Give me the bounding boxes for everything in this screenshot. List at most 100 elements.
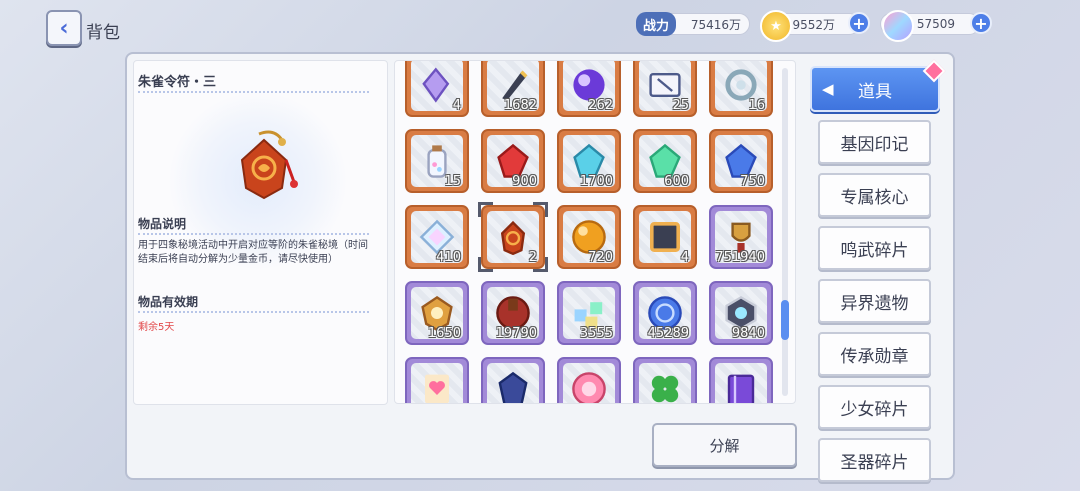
- tab-label: 专属核心: [840, 187, 909, 208]
- tab-label: 鸣武碎片: [840, 240, 909, 261]
- inventory-slot[interactable]: 751940: [709, 205, 773, 269]
- gold-coin-icon: ★: [760, 10, 792, 42]
- inventory-slot[interactable]: [481, 357, 545, 403]
- item-count: 720: [588, 250, 613, 265]
- selection-corner: [478, 257, 493, 272]
- inventory-slot[interactable]: 410: [405, 205, 469, 269]
- decompose-label: 分解: [709, 436, 740, 455]
- gem-icon: [882, 10, 914, 42]
- tab-label: 少女碎片: [840, 399, 909, 420]
- item-description: 用于四象秘境活动中开启对应等阶的朱雀秘境（时间结束后将自动分解为少量金币，请尽快…: [138, 240, 368, 265]
- item-count: 750: [740, 174, 765, 189]
- inventory-slot[interactable]: 3555: [557, 281, 621, 345]
- item-count: 751940: [715, 250, 765, 265]
- tab-category[interactable]: 异界遗物: [818, 279, 931, 323]
- book-icon: [727, 374, 755, 403]
- gold-value: 29552万: [784, 17, 835, 32]
- tab-label: 异界遗物: [840, 293, 909, 314]
- item-count: 3555: [579, 326, 613, 341]
- inventory-slot[interactable]: 750: [709, 129, 773, 193]
- item-count: 1682: [503, 98, 537, 113]
- chip-icon: [650, 222, 680, 252]
- chevron-left-icon: ◀: [822, 80, 834, 98]
- scrollbar-thumb[interactable]: [781, 300, 789, 340]
- item-count: 16: [748, 98, 765, 113]
- item-name: 朱雀令符・三: [138, 75, 217, 90]
- inventory-slot[interactable]: [405, 357, 469, 403]
- divider: [138, 233, 369, 235]
- inventory-slot[interactable]: 600: [633, 129, 697, 193]
- item-count: 4: [452, 98, 461, 113]
- inventory-slot[interactable]: 45289: [633, 281, 697, 345]
- selection-corner: [533, 202, 548, 217]
- item-count: 45289: [647, 326, 689, 341]
- plus-icon: +: [974, 13, 988, 33]
- item-count: 9840: [731, 326, 765, 341]
- crystal-flower-icon: [422, 67, 450, 103]
- add-gem-button[interactable]: +: [970, 12, 992, 34]
- heart-card-icon: [425, 374, 449, 403]
- inventory-slot[interactable]: [557, 357, 621, 403]
- tab-label: 基因印记: [840, 134, 909, 155]
- tab-label: 传承勋章: [840, 346, 909, 367]
- add-gold-button[interactable]: +: [848, 12, 870, 34]
- power-icon: 战力: [636, 12, 676, 36]
- tab-category[interactable]: 鸣武碎片: [818, 226, 931, 270]
- item-count: 1650: [427, 326, 461, 341]
- item-count: 2: [528, 250, 537, 265]
- decompose-button[interactable]: 分解: [652, 423, 797, 467]
- inventory-slot[interactable]: [709, 357, 773, 403]
- inventory-slot[interactable]: 9840: [709, 281, 773, 345]
- tab-category[interactable]: 专属核心: [818, 173, 931, 217]
- item-detail-panel: 朱雀令符・三 物品说明 用于四象秘境活动中开启对应等阶的朱雀秘境（时间结束后将自…: [133, 60, 388, 405]
- remaining-time: 剩余5天: [138, 322, 175, 333]
- tab-category[interactable]: 基因印记: [818, 120, 931, 164]
- validity-title: 物品有效期: [138, 295, 199, 309]
- item-count: 410: [436, 250, 461, 265]
- talisman-icon: [500, 220, 526, 255]
- inventory-slot[interactable]: 1700: [557, 129, 621, 193]
- dark-gem-icon: [498, 371, 528, 403]
- item-count: 1700: [579, 174, 613, 189]
- item-count: 900: [512, 174, 537, 189]
- item-count: 262: [588, 98, 613, 113]
- power-label: 战力: [642, 18, 669, 34]
- tab-category[interactable]: 少女碎片: [818, 385, 931, 429]
- selection-corner: [478, 202, 493, 217]
- inventory-slot[interactable]: 1650: [405, 281, 469, 345]
- item-count: 600: [664, 174, 689, 189]
- inventory-slot[interactable]: 262: [557, 61, 621, 117]
- inventory-slot[interactable]: 2: [478, 202, 548, 272]
- tab-category[interactable]: 传承勋章: [818, 332, 931, 376]
- power-value: 75416万: [690, 17, 741, 32]
- clover-icon: [651, 375, 679, 403]
- description-title: 物品说明: [138, 217, 187, 231]
- tab-category[interactable]: 圣器碎片: [818, 438, 931, 482]
- inventory-slot[interactable]: 1682: [481, 61, 545, 117]
- chevron-left-icon: ‹: [59, 15, 69, 41]
- pink-badge-icon: [572, 372, 606, 403]
- talisman-icon: [240, 130, 298, 200]
- page-title: 背包: [86, 23, 120, 43]
- item-grid[interactable]: 4 1682 262 25 16 15 900 1700 600 750 410 2 720 4 75194…: [394, 60, 796, 404]
- inventory-slot[interactable]: 720: [557, 205, 621, 269]
- tab-items[interactable]: ◀ 道具: [810, 59, 946, 112]
- inventory-slot[interactable]: 15: [405, 129, 469, 193]
- inventory-slot[interactable]: 25: [633, 61, 697, 117]
- tab-label: 圣器碎片: [840, 452, 909, 473]
- scrollbar-track[interactable]: [782, 68, 788, 396]
- gem-value: 57509: [916, 17, 955, 31]
- item-count: 25: [672, 98, 689, 113]
- inventory-slot[interactable]: 4: [405, 61, 469, 117]
- inventory-slot[interactable]: 4: [633, 205, 697, 269]
- inventory-slot[interactable]: 900: [481, 129, 545, 193]
- plus-icon: +: [852, 13, 866, 33]
- tab-items-label: 道具: [858, 81, 892, 102]
- inventory-slot[interactable]: [633, 357, 697, 403]
- inventory-slot[interactable]: 19790: [481, 281, 545, 345]
- inventory-slot[interactable]: 16: [709, 61, 773, 117]
- item-count: 15: [444, 174, 461, 189]
- back-button[interactable]: ‹: [46, 10, 82, 46]
- item-count: 4: [680, 250, 689, 265]
- item-count: 19790: [495, 326, 537, 341]
